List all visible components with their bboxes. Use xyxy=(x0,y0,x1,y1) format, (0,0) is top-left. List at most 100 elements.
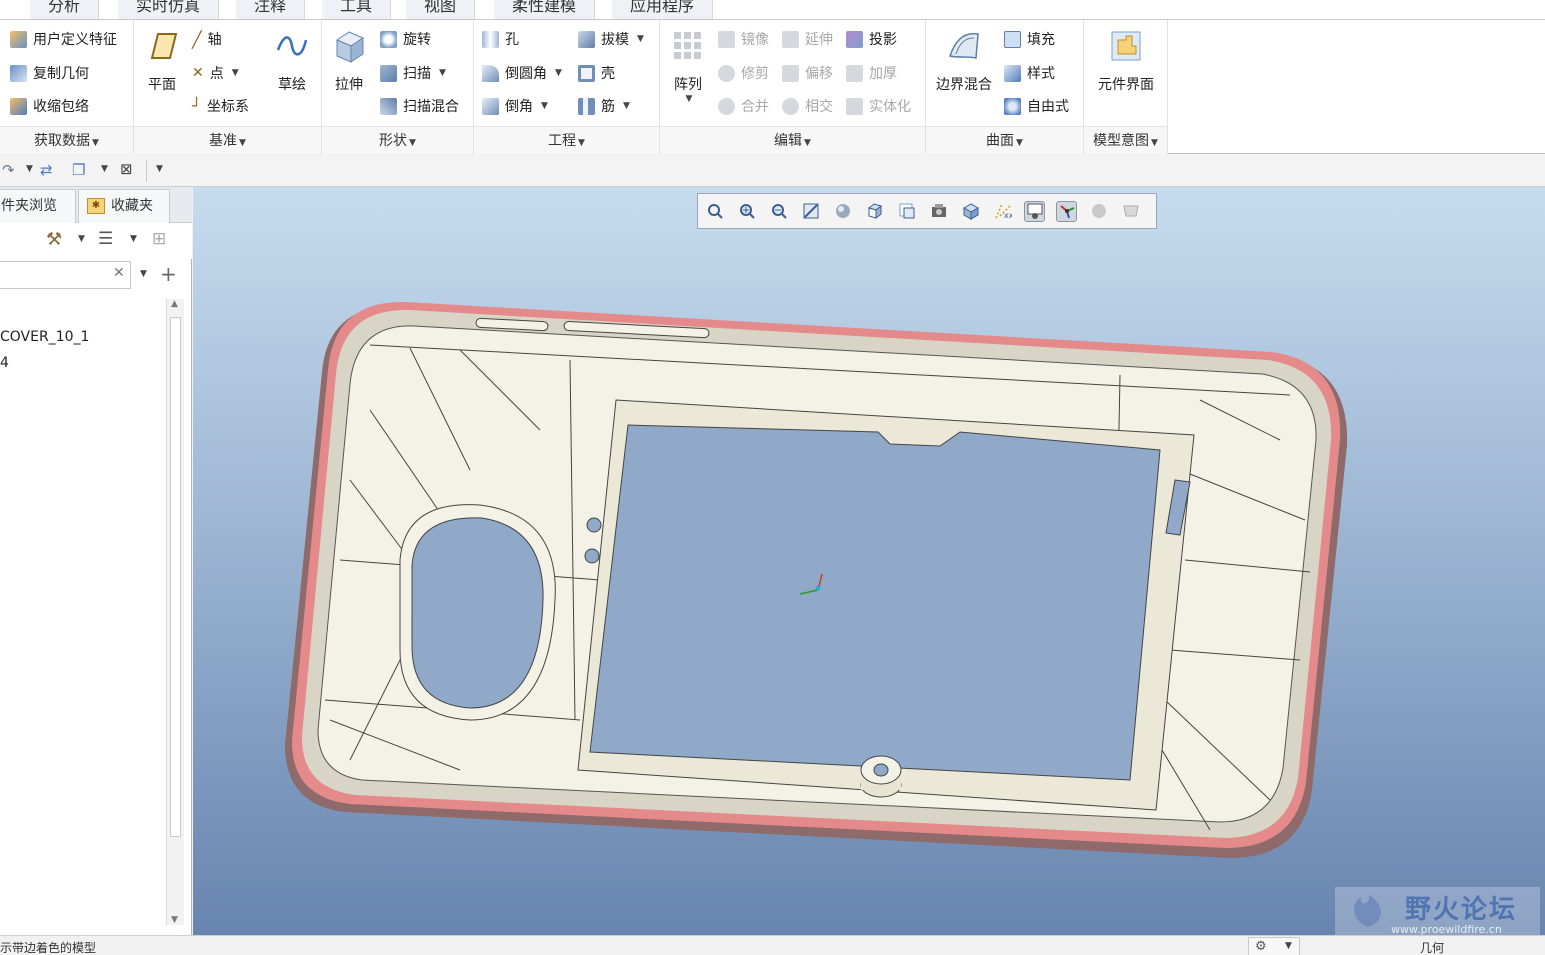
tab-realtime-simulation[interactable]: 实时仿真 xyxy=(118,0,220,19)
hole-button[interactable]: 孔 xyxy=(482,29,519,49)
shell-button[interactable]: 壳 xyxy=(578,63,615,83)
show-dropdown-icon[interactable]: ▼ xyxy=(130,234,137,244)
offset-icon xyxy=(782,64,799,82)
scroll-up-icon[interactable]: ▲ xyxy=(171,299,178,309)
sketch-button[interactable]: 草绘 xyxy=(270,28,314,94)
copy-geometry-icon xyxy=(10,64,27,82)
group-label-model-intent[interactable]: 模型意图 ▼ xyxy=(1084,126,1167,154)
copy-geometry-button[interactable]: 复制几何 xyxy=(10,63,89,83)
point-button[interactable]: ✕ 点 ▼ xyxy=(192,63,239,83)
graphics-viewport[interactable]: xx 野火论坛 www.proewildfire.cn xyxy=(193,187,1545,935)
group-datum: 平面 ╱ 轴 ✕ 点 ▼ ┘ 坐标系 草绘 基准 ▼ xyxy=(134,20,322,154)
intersect-icon xyxy=(782,97,799,115)
watermark-text: 野火论坛 xyxy=(1405,895,1518,925)
tab-flexible-modeling[interactable]: 柔性建模 xyxy=(494,0,596,19)
tree-scrollbar[interactable]: ▲ ▼ xyxy=(166,299,184,925)
round-label: 倒圆角 xyxy=(505,66,547,82)
selection-tool-button[interactable]: ⚙ ▼ xyxy=(1248,937,1300,955)
sweep-button[interactable]: 扫描 ▼ xyxy=(380,63,446,83)
group-label-shapes[interactable]: 形状 ▼ xyxy=(322,126,473,154)
axis-button[interactable]: ╱ 轴 xyxy=(192,29,222,49)
sweep-label: 扫描 xyxy=(403,66,431,82)
group-label-datum[interactable]: 基准 ▼ xyxy=(134,126,321,154)
style-button[interactable]: 样式 xyxy=(1004,63,1055,83)
redo-icon[interactable]: ↷ xyxy=(2,161,15,179)
pattern-button[interactable]: 阵列 ▼ xyxy=(664,28,712,104)
boundary-blend-icon xyxy=(949,32,979,59)
round-button[interactable]: 倒圆角 ▼ xyxy=(482,63,562,83)
merge-button[interactable]: 合并 xyxy=(718,96,769,116)
style-icon xyxy=(1004,64,1021,82)
intersect-button[interactable]: 相交 xyxy=(782,96,833,116)
project-button[interactable]: 投影 xyxy=(846,29,897,49)
selection-filter[interactable]: 几何 xyxy=(1420,939,1444,955)
component-interface-button[interactable]: 元件界面 xyxy=(1088,28,1164,94)
regenerate-icon[interactable]: ⇄ xyxy=(40,161,53,179)
draft-button[interactable]: 拔模 ▼ xyxy=(578,29,644,49)
solidify-button[interactable]: 实体化 xyxy=(846,96,911,116)
boundary-blend-button[interactable]: 边界混合 xyxy=(930,28,998,94)
tab-annotate[interactable]: 注释 xyxy=(236,0,306,19)
status-bar: 示带边着色的模型 ⚙ ▼ 几何 xyxy=(0,935,1545,955)
freestyle-icon xyxy=(1004,97,1021,115)
tab-favorites[interactable]: ✱ 收藏夹 xyxy=(78,189,170,223)
freestyle-button[interactable]: 自由式 xyxy=(1004,96,1069,116)
tree-item[interactable]: 4 xyxy=(0,355,9,371)
filter-icon[interactable]: ⊞ xyxy=(152,229,166,249)
extrude-button[interactable]: 拉伸 xyxy=(326,28,372,94)
plane-button[interactable]: 平面 xyxy=(140,28,184,94)
style-label: 样式 xyxy=(1027,66,1055,82)
tab-analysis[interactable]: 分析 xyxy=(30,0,100,19)
tree-item-root[interactable]: COVER_10_1 xyxy=(0,329,89,345)
chamfer-button[interactable]: 倒角 ▼ xyxy=(482,96,548,116)
swept-blend-button[interactable]: 扫描混合 xyxy=(380,96,459,116)
mirror-button[interactable]: 镜像 xyxy=(718,29,769,49)
add-filter-icon[interactable]: + xyxy=(160,262,177,286)
pattern-dropdown-icon[interactable]: ▼ xyxy=(666,94,712,104)
customize-toolbar-icon[interactable]: ▼ xyxy=(156,164,163,174)
revolve-label: 旋转 xyxy=(403,32,431,48)
thicken-button[interactable]: 加厚 xyxy=(846,63,897,83)
user-defined-feature-button[interactable]: 用户定义特征 xyxy=(10,29,117,49)
search-dropdown-icon[interactable]: ▼ xyxy=(140,269,147,279)
csys-button[interactable]: ┘ 坐标系 xyxy=(192,96,249,116)
point-label: 点 xyxy=(209,66,224,82)
group-label-editing[interactable]: 编辑 ▼ xyxy=(660,126,925,154)
settings-dropdown-icon[interactable]: ▼ xyxy=(78,234,85,244)
plane-icon xyxy=(150,33,178,59)
rib-icon xyxy=(578,97,595,115)
group-label-get-data[interactable]: 获取数据 ▼ xyxy=(0,126,133,154)
trim-button[interactable]: 修剪 xyxy=(718,63,769,83)
tab-view[interactable]: 视图 xyxy=(406,0,476,19)
tab-folder-browser[interactable]: 件夹浏览器 xyxy=(0,189,76,246)
pattern-label: 阵列 xyxy=(674,77,702,93)
model-cover[interactable] xyxy=(193,187,1545,935)
search-row: ✕ ▼ + xyxy=(0,259,192,291)
extrude-icon xyxy=(335,31,365,63)
show-icon[interactable]: ☰ xyxy=(98,229,113,249)
fill-button[interactable]: 填充 xyxy=(1004,29,1055,49)
windows-dropdown-icon[interactable]: ▼ xyxy=(101,164,108,174)
group-label-engineering[interactable]: 工程 ▼ xyxy=(474,126,659,154)
tab-applications[interactable]: 应用程序 xyxy=(612,0,714,19)
redo-dropdown-icon[interactable]: ▼ xyxy=(26,164,33,174)
settings-icon[interactable]: ⚒ xyxy=(46,229,62,250)
sweep-icon xyxy=(380,64,397,82)
group-label-surfaces[interactable]: 曲面 ▼ xyxy=(926,126,1083,154)
offset-button[interactable]: 偏移 xyxy=(782,63,833,83)
search-input[interactable] xyxy=(0,261,131,289)
forum-watermark: 野火论坛 www.proewildfire.cn xyxy=(1335,887,1540,935)
group-get-data: 用户定义特征 复制几何 收缩包络 获取数据 ▼ xyxy=(0,20,134,154)
close-window-icon[interactable]: ⊠ xyxy=(120,160,133,178)
revolve-button[interactable]: 旋转 xyxy=(380,29,431,49)
scroll-down-icon[interactable]: ▼ xyxy=(171,915,178,925)
scrollbar-thumb[interactable] xyxy=(170,317,181,837)
extend-button[interactable]: 延伸 xyxy=(782,29,833,49)
round-icon xyxy=(482,64,499,82)
tab-tools[interactable]: 工具 xyxy=(322,0,392,19)
shrinkwrap-button[interactable]: 收缩包络 xyxy=(10,96,89,116)
rib-button[interactable]: 筋 ▼ xyxy=(578,96,630,116)
clear-search-icon[interactable]: ✕ xyxy=(113,265,125,281)
csys-label: 坐标系 xyxy=(207,99,250,115)
windows-icon[interactable]: ❐ xyxy=(72,161,85,179)
